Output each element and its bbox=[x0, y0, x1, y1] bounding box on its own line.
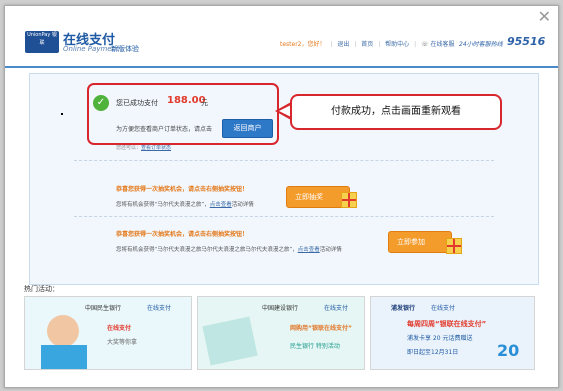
promo-description: 您将有机会获得“马尔代夫浪漫之旅马尔代夫浪漫之旅马尔代夫浪漫之旅”，点击查看活动… bbox=[116, 245, 342, 253]
promo-desc-text: 您将有机会获得“马尔代夫浪漫之旅”， bbox=[116, 202, 210, 208]
promo-detail-link[interactable]: 点击查看 bbox=[298, 247, 320, 253]
promo-desc-text: 您将有机会获得“马尔代夫浪漫之旅马尔代夫浪漫之旅马尔代夫浪漫之旅”， bbox=[116, 247, 298, 253]
gift-icon bbox=[341, 192, 357, 208]
more-options-prefix: 您还可以： bbox=[116, 145, 142, 151]
new-version-link[interactable]: 新版体验 bbox=[111, 44, 139, 54]
promo-detail-link[interactable]: 点击查看 bbox=[210, 202, 232, 208]
banner-partner: 在线支付 bbox=[147, 305, 172, 312]
hot-activities-label: 热门活动： bbox=[24, 285, 59, 293]
activity-banner-1[interactable]: 中国民生银行 在线支付 在线支付 大奖等你拿 bbox=[24, 296, 192, 370]
activity-banner-2[interactable]: 中国建设银行 在线支付 网购用“银联在线支付” 民生银行 特别活动 bbox=[197, 296, 365, 370]
replay-callout[interactable]: 付款成功，点击画面重新观看 bbox=[290, 94, 502, 130]
promo-title: 恭喜您获得一次抽奖机会，请点击右侧抽奖按钮！ bbox=[116, 186, 249, 193]
view-order-status-link[interactable]: 查看订单状态 bbox=[141, 145, 171, 151]
divider bbox=[74, 216, 494, 217]
promo-description: 您将有机会获得“马尔代夫浪漫之旅”，点击查看活动详情 bbox=[116, 200, 254, 208]
success-check-icon: ✓ bbox=[93, 95, 109, 111]
banner-line3: 即日起至12月31日 bbox=[407, 349, 459, 356]
return-to-merchant-button[interactable]: 返回商户 bbox=[222, 119, 273, 138]
success-label: 您已成功支付 bbox=[116, 99, 158, 107]
banner-badge: 20 bbox=[497, 341, 520, 360]
hotline-label: 24小时客服热线 bbox=[459, 41, 503, 48]
gift-icon bbox=[446, 238, 462, 254]
amount-unit: 元 bbox=[201, 99, 208, 107]
banner-line2: 浦发卡享 20 元话费赠送 bbox=[407, 335, 473, 342]
banner-line2: 民生银行 特别活动 bbox=[290, 343, 340, 350]
header: UnionPay 银联 在线支付 Online Payment 新版体验 tes… bbox=[5, 6, 558, 68]
promo-desc-suffix: 活动详情 bbox=[319, 247, 342, 253]
order-status-hint: 为方便您查看商户订单状态，请点击 bbox=[116, 126, 213, 133]
chat-icon: ☏ bbox=[421, 41, 429, 48]
logo-text: UnionPay 银联 bbox=[27, 32, 57, 46]
promo-title: 恭喜您获得一次抽奖机会，请点击右侧抽奖按钮！ bbox=[116, 231, 249, 238]
banner-line1: 网购用“银联在线支付” bbox=[290, 325, 352, 332]
more-options-note: 您还可以：查看订单状态 bbox=[116, 144, 171, 151]
banner-partner: 在线支付 bbox=[324, 305, 349, 312]
person-shirt bbox=[41, 345, 87, 369]
paid-amount: 188.00 bbox=[167, 95, 206, 106]
card-image bbox=[202, 316, 258, 366]
top-nav: tester2，您好！ | 退出 | 首页 | 帮助中心 | ☏ 在线客服 bbox=[280, 41, 455, 48]
cursor-dot bbox=[61, 113, 63, 115]
banner-bank: 浦发银行 bbox=[391, 305, 416, 312]
person-image bbox=[47, 315, 79, 347]
join-now-button[interactable]: 立即参加 bbox=[388, 231, 452, 253]
nav-logout[interactable]: 退出 bbox=[337, 41, 349, 48]
banner-bank: 中国建设银行 bbox=[262, 305, 299, 312]
banner-partner: 在线支付 bbox=[431, 305, 456, 312]
nav-help[interactable]: 帮助中心 bbox=[385, 41, 409, 48]
banner-line1: 在线支付 bbox=[107, 325, 132, 332]
hotline-number: 95516 bbox=[507, 35, 546, 48]
banner-line1: 每周四周“银联在线支付” bbox=[407, 320, 487, 328]
user-greeting: tester2，您好！ bbox=[280, 41, 326, 48]
activity-banner-3[interactable]: 浦发银行 在线支付 每周四周“银联在线支付” 浦发卡享 20 元话费赠送 即日起… bbox=[370, 296, 535, 370]
unionpay-logo: UnionPay 银联 bbox=[25, 31, 59, 53]
divider bbox=[74, 160, 494, 161]
banner-line2: 大奖等你拿 bbox=[107, 339, 138, 346]
promo-desc-suffix: 活动详情 bbox=[231, 202, 254, 208]
banner-bank: 中国民生银行 bbox=[85, 305, 122, 312]
nav-online-service[interactable]: 在线客服 bbox=[430, 41, 454, 48]
nav-home[interactable]: 首页 bbox=[361, 41, 373, 48]
